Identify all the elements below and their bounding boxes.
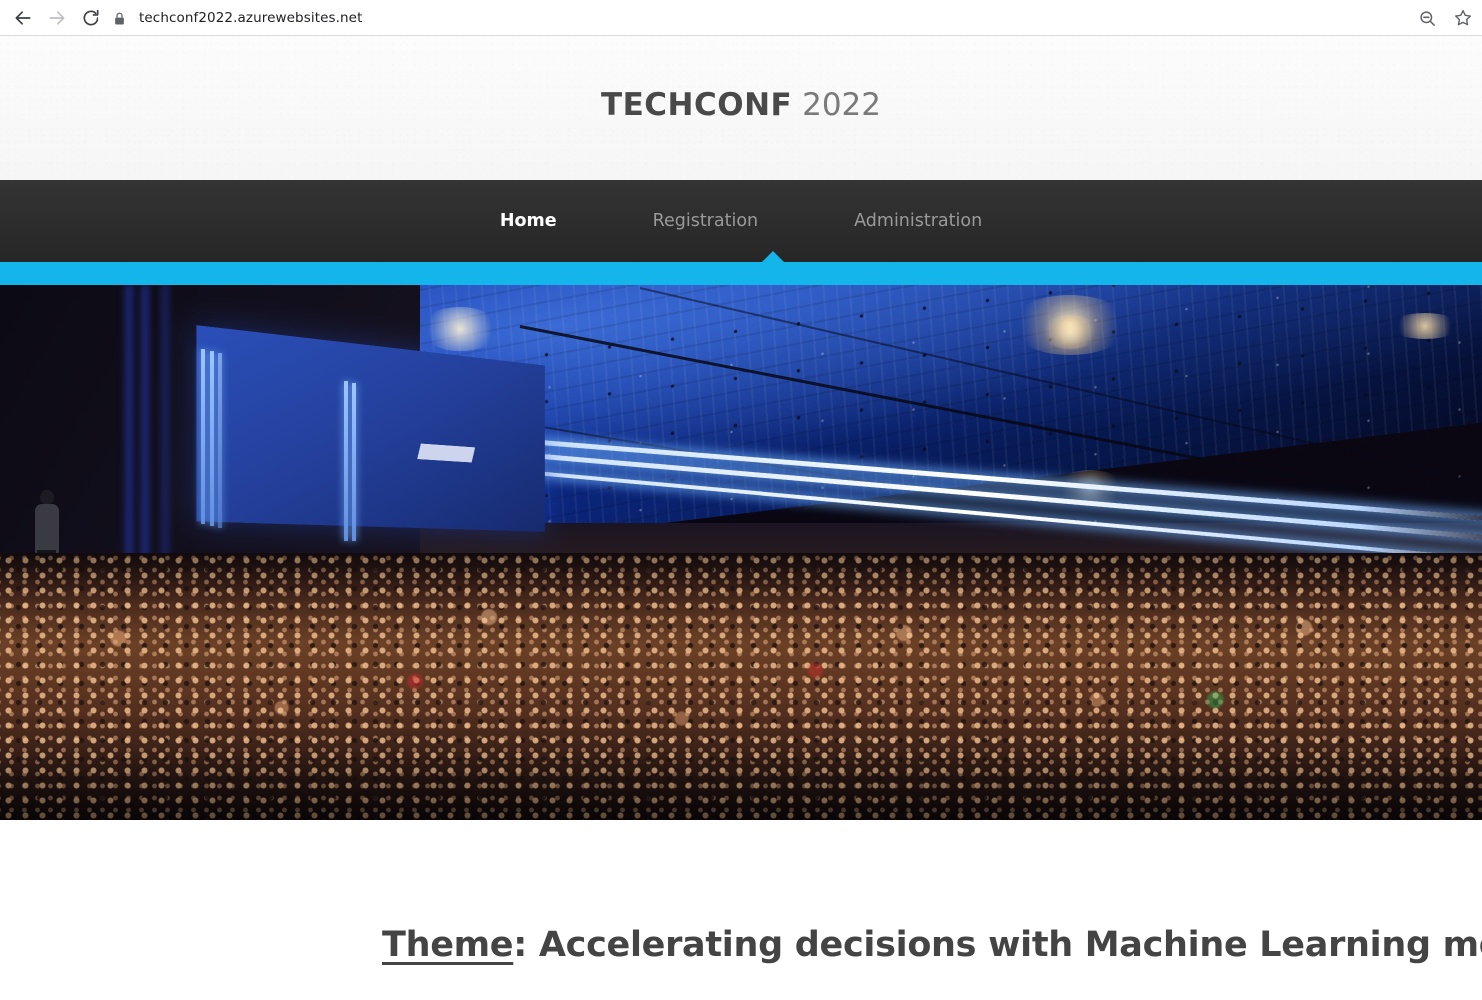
active-nav-pointer-icon: [762, 251, 784, 262]
site-brand: TECHCONF: [600, 87, 793, 123]
star-icon: [1454, 9, 1472, 26]
main-navigation: Home Registration Administration: [0, 180, 1482, 262]
audience-crowd: [0, 553, 1482, 820]
stage-curtain: [158, 285, 172, 560]
toolbar-actions: [1416, 0, 1474, 36]
address-bar[interactable]: techconf2022.azurewebsites.net: [98, 4, 1390, 32]
theme-section: Theme: Accelerating decisions with Machi…: [0, 820, 1482, 1000]
ceiling-spotlight: [1390, 313, 1460, 339]
site-header: TECHCONF 2022: [0, 36, 1482, 180]
screen-led-edge: [344, 381, 348, 541]
ceiling-spotlight: [420, 307, 500, 351]
lock-icon: [115, 12, 124, 24]
ceiling-spotlight: [1040, 315, 1100, 349]
screen-graphic: [417, 443, 476, 463]
hero-image: [0, 285, 1482, 820]
nav-list: Home Registration Administration: [452, 211, 1030, 231]
screen-led-edge: [201, 349, 205, 524]
back-button[interactable]: [6, 1, 40, 35]
zoom-out-icon: [1419, 10, 1435, 26]
speaker-body: [35, 504, 59, 554]
stage-curtain: [138, 285, 152, 585]
theme-label: Theme: [382, 925, 514, 965]
theme-heading: Theme: Accelerating decisions with Machi…: [382, 925, 1482, 965]
forward-button[interactable]: [40, 1, 74, 35]
zoom-out-button[interactable]: [1416, 7, 1438, 29]
browser-toolbar: techconf2022.azurewebsites.net: [0, 0, 1482, 36]
hero-banner: TECHCONF: Discovering talents and Traini…: [0, 285, 1482, 820]
screen-led-edge: [352, 383, 356, 541]
url-text: techconf2022.azurewebsites.net: [139, 10, 363, 26]
bookmark-button[interactable]: [1452, 7, 1474, 29]
site-year: 2022: [802, 87, 881, 123]
accent-bar: [0, 251, 1482, 285]
arrow-right-icon: [49, 10, 65, 25]
screen-led-edge: [218, 353, 222, 528]
nav-item-registration[interactable]: Registration: [605, 211, 807, 231]
speaker-head: [40, 490, 54, 505]
site-logo-title[interactable]: TECHCONF 2022: [601, 87, 881, 123]
theme-rest: : Accelerating decisions with Machine Le…: [513, 925, 1482, 965]
screen-led-edge: [210, 351, 214, 526]
nav-item-administration[interactable]: Administration: [806, 211, 1030, 231]
nav-item-home[interactable]: Home: [452, 211, 605, 231]
arrow-left-icon: [15, 10, 31, 25]
